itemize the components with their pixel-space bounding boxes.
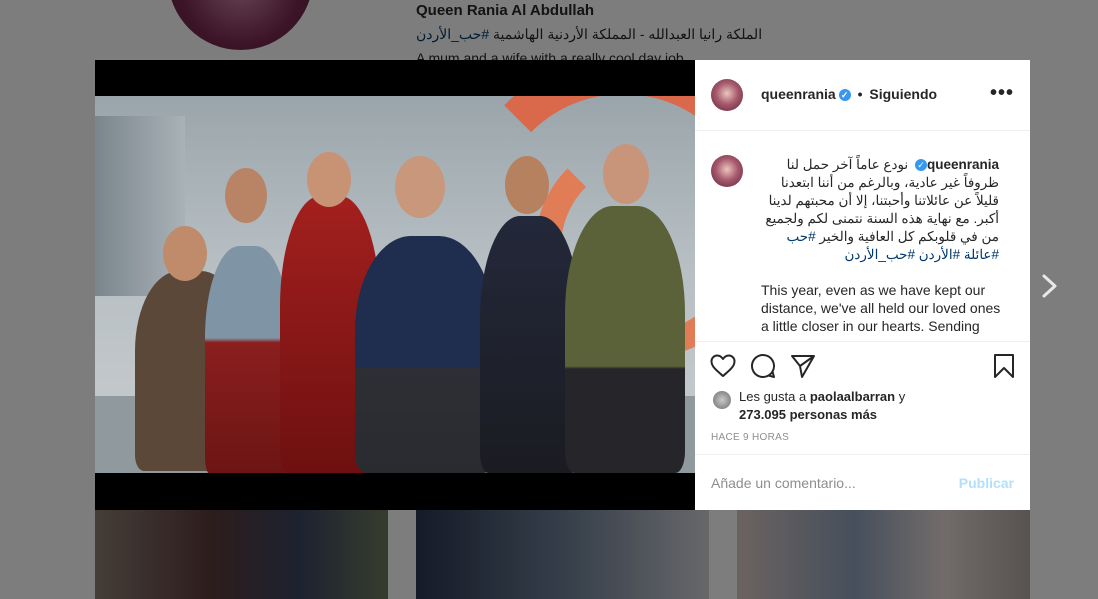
- post-header: queenrania ✓ • Siguiendo •••: [695, 60, 1030, 131]
- verified-badge-icon: ✓: [914, 159, 927, 171]
- photo-figure-head: [395, 156, 445, 218]
- likes-line1: Les gusta a paolaalbarran y: [739, 389, 905, 404]
- more-options-icon[interactable]: •••: [990, 82, 1014, 105]
- photo-figure: [355, 236, 495, 473]
- likes-conjunction: y: [898, 389, 906, 404]
- photo-figure-head: [225, 168, 267, 223]
- chevron-right-icon[interactable]: [1040, 272, 1060, 300]
- post-caption: queenrania✓ نودع عاماً آخر حمل لنا ظروفا…: [695, 131, 1030, 341]
- comment-input[interactable]: Añade un comentario...: [711, 475, 856, 491]
- liker-username[interactable]: paolaalbarran: [810, 389, 895, 404]
- photo-figure-head: [163, 226, 207, 281]
- bookmark-icon[interactable]: [990, 352, 1018, 380]
- publish-comment-button[interactable]: Publicar: [959, 475, 1014, 491]
- post-media: [95, 60, 695, 510]
- post-author-avatar[interactable]: [711, 79, 743, 111]
- photo-figure-head: [307, 152, 351, 207]
- liker-avatar[interactable]: [713, 391, 731, 409]
- post-photo[interactable]: [95, 96, 695, 473]
- verified-badge-icon: ✓: [838, 89, 851, 101]
- comment-icon[interactable]: [749, 352, 777, 380]
- likes-prefix: Les gusta a: [739, 389, 807, 404]
- photo-figure-head: [505, 156, 549, 214]
- post-side-panel: queenrania ✓ • Siguiendo ••• queenrania✓ …: [695, 60, 1030, 510]
- post-actions: [695, 341, 1030, 390]
- post-author-username[interactable]: queenrania: [761, 86, 836, 102]
- caption-author-username[interactable]: queenrania: [927, 157, 999, 172]
- post-header-user: queenrania ✓ • Siguiendo: [761, 86, 937, 102]
- comment-bar: Añade un comentario... Publicar: [695, 454, 1030, 511]
- photo-figure-head: [603, 144, 649, 204]
- post-modal: queenrania ✓ • Siguiendo ••• queenrania✓ …: [95, 60, 1030, 510]
- header-separator: •: [857, 86, 863, 102]
- caption-arabic: queenrania✓ نودع عاماً آخر حمل لنا ظروفا…: [761, 156, 999, 264]
- likes-count[interactable]: 273.095 personas más: [739, 407, 877, 422]
- photo-figure: [205, 246, 290, 473]
- share-icon[interactable]: [789, 352, 817, 380]
- post-timestamp[interactable]: HACE 9 HORAS: [711, 432, 789, 443]
- follow-status-button[interactable]: Siguiendo: [869, 86, 937, 102]
- heart-icon[interactable]: [709, 352, 737, 380]
- caption-author-avatar[interactable]: [711, 155, 743, 187]
- photo-figure: [565, 206, 685, 473]
- caption-english-text: This year, even as we have kept our dist…: [761, 282, 1001, 334]
